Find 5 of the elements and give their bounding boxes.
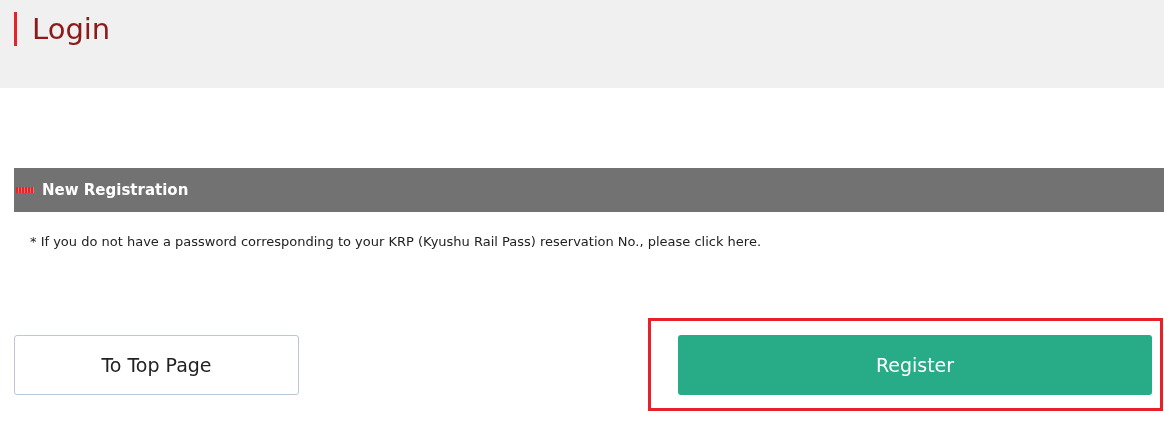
registration-note: * If you do not have a password corresponding to your KRP (Kyushu Rail Pass) reservation No., please click here. (30, 234, 763, 249)
section-icon (16, 187, 34, 193)
page-title: Login (14, 12, 111, 46)
top-page-button[interactable]: To Top Page (14, 334, 299, 395)
section-title: New Registration (42, 181, 189, 199)
